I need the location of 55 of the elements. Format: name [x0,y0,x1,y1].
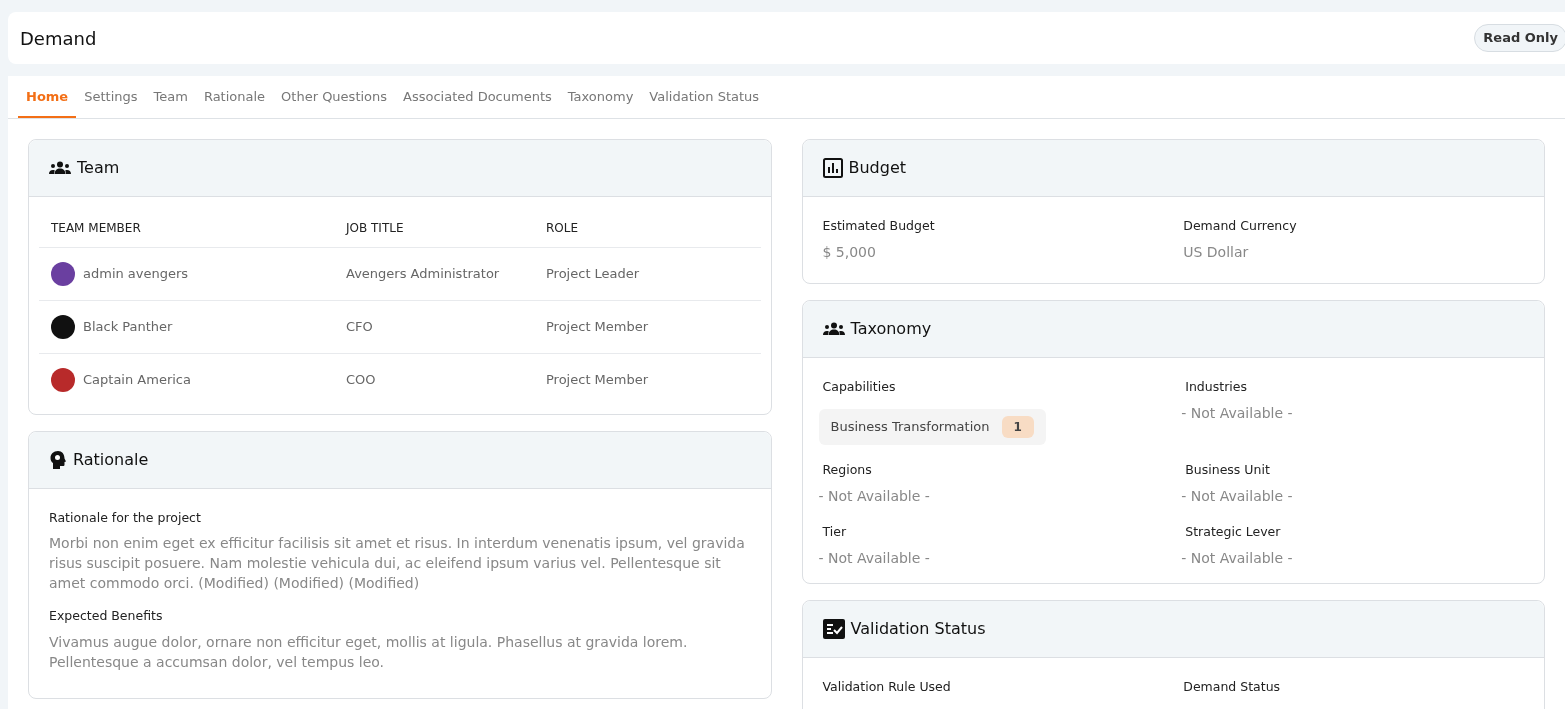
tab[interactable]: Taxonomy [559,76,642,118]
table-cell-text: Project Member [546,370,650,389]
paragraph: Morbi non enim eget ex efficitur facilisis sit amet et risus. In interdum venenatis ipsum, vel gravida risus suscipit posuere. Nam molestie vehicula dui, ac eleifend ipsum varius vel. Pellentesque sit amet commodo orci. (Modified) (Modified) (Modified) [49,534,746,594]
member-name: Black Panther [83,317,173,336]
field-label: Validation Rule Used [822,677,952,696]
column-header: TEAM MEMBER [51,219,142,237]
field-value: US Dollar [1183,243,1250,263]
card-title: Budget [848,156,907,179]
count-badge: 1 [1001,416,1034,438]
card-title: Rationale [73,448,149,471]
field-label: Demand Currency [1183,216,1298,235]
tab[interactable]: Home [18,76,77,118]
field-label: Capabilities [821,378,897,397]
field-label: Strategic Lever [1184,522,1282,541]
tab[interactable]: Other Questions [273,76,396,118]
field-label: Industries [1184,378,1248,397]
page-title: Demand [20,26,97,51]
column-header: ROLE [546,219,580,237]
tab[interactable]: Settings [76,76,146,118]
field-value: - Not Available - [818,486,931,506]
read-only-badge: Read Only [1474,24,1565,52]
tab[interactable]: Rationale [195,76,274,118]
field-value: $ 5,000 [822,243,877,263]
field-label: Regions [821,461,873,479]
field-value: - Not Available - [1181,486,1294,506]
table-cell-text: CFO [346,317,374,336]
tab[interactable]: Validation Status [641,76,768,118]
field-label: Rationale for the project [49,508,202,527]
field-label: Estimated Budget [822,216,936,235]
field-label: Tier [821,522,848,541]
field-label: Demand Status [1183,677,1282,696]
tab[interactable]: Associated Documents [395,76,560,118]
field-value: - Not Available - [1181,548,1294,568]
team-icon [49,160,71,175]
paragraph: Vivamus augue dolor, ornare non efficitur eget, mollis at ligula. Phasellus at gravida lorem. Pellentesque a accumsan dolor, vel tempus leo. [49,633,689,672]
card-title: Team [77,156,120,179]
member-name: Captain America [83,370,191,389]
team-icon [822,322,845,337]
table-cell-text: Project Member [546,317,650,336]
member-name: admin avengers [83,264,189,283]
checklist-icon [822,618,845,639]
table-cell-text: COO [346,370,377,389]
tab[interactable]: Team [145,76,196,118]
head-icon [49,449,67,470]
field-label: Business Unit [1184,461,1271,479]
field-label: Expected Benefits [49,607,164,626]
bar-chart-icon [822,157,843,178]
table-cell-text: Project Leader [546,264,641,283]
field-value: - Not Available - [818,548,931,568]
field-value: - Not Available - [1181,404,1294,423]
card-title: Validation Status [850,617,986,640]
card-title: Taxonomy [850,318,932,341]
column-header: JOB TITLE [346,219,405,237]
tag-label: Business Transformation [830,418,990,437]
table-cell-text: Avengers Administrator [346,264,501,283]
